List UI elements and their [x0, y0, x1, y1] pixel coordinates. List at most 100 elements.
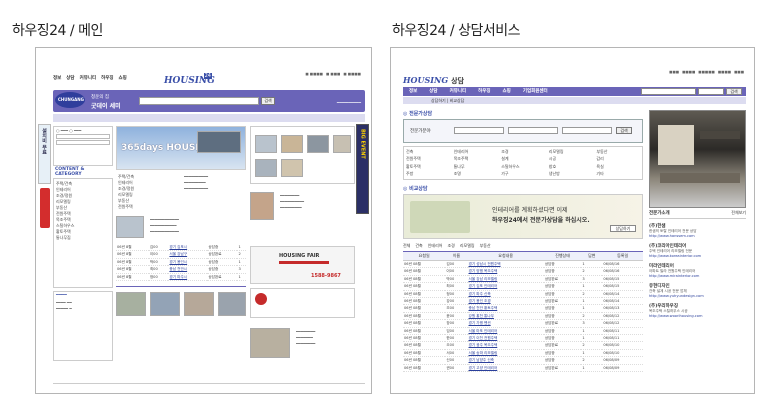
cell[interactable]: 서울 송파 리모델링 [467, 349, 544, 358]
table-row[interactable]: 06년 08월 정00 경기 파주 신축 상담중 2 06/08/14 [403, 290, 643, 299]
category-link[interactable]: 욕실 [596, 164, 640, 170]
category-item[interactable]: 인테리어 [56, 187, 110, 192]
news-line[interactable]: ━━━━━━━━━━━━ [150, 217, 244, 222]
category-link[interactable]: 기타 [596, 171, 640, 177]
table-row[interactable]: 06년 08월 권00 경기 고양 인테리어 상담완료 1 06/08/09 [403, 364, 643, 373]
cell[interactable]: 경기 파주 신축 [467, 290, 544, 299]
category-link[interactable]: 전원주택 [406, 156, 450, 162]
left-side-ad[interactable]: 설치비 무료 [38, 124, 51, 184]
category-link[interactable]: 조경 [501, 149, 545, 155]
compare-promo-banner[interactable]: 인테리어를 계획하셨다면 이제 하우징24에서 전문가상담을 하십시오. 상담하… [403, 194, 643, 239]
cell[interactable]: 경기 이천 전원주택 [467, 334, 544, 343]
extra-item[interactable]: ━━━━ ━━ [56, 300, 110, 305]
tab[interactable]: 인테리어 [428, 243, 443, 249]
expert-url[interactable]: http://www.woorihousing.com [649, 314, 746, 319]
tab[interactable]: 조경 [447, 243, 454, 249]
expert-url[interactable]: http://www.koreainterior.com [649, 254, 746, 259]
cell[interactable]: 경기 가평 펜션 [467, 319, 544, 328]
cell[interactable]: 서울 강남 리모델링 [467, 275, 544, 284]
tab[interactable]: 전체 [403, 243, 410, 249]
product-thumb[interactable] [255, 159, 277, 177]
fair-ad-box[interactable] [250, 288, 355, 318]
nav-item[interactable]: 상담 [66, 75, 74, 81]
table-row[interactable]: 06년 8월 이00 서울 강남구 상담완료 2 [116, 250, 246, 259]
mid-list-item[interactable]: 조경/정원 [118, 186, 176, 191]
category-link[interactable]: 통나무 [454, 164, 498, 170]
cell[interactable]: 경기 김포 인테리어 [467, 282, 544, 291]
gallery-thumb[interactable] [116, 292, 146, 316]
nav-item[interactable]: 기업회원센터 [523, 88, 548, 94]
category-link[interactable]: 냉난방 [549, 171, 593, 177]
expert-item[interactable]: 유현디자인 건축 설계 시공 전문 업체 http://www.yuhyundesi… [649, 283, 746, 299]
category-item[interactable]: 전원주택 [56, 211, 110, 216]
cell[interactable]: 경기 광주 목조주택 [467, 341, 544, 350]
chungang-brand[interactable]: CHUNGANG [55, 92, 85, 108]
table-row[interactable]: 06년 08월 최00 경기 김포 인테리어 상담중 1 06/08/15 [403, 282, 643, 291]
util-link[interactable]: ■■■■ [718, 70, 731, 74]
product-thumb[interactable] [281, 159, 303, 177]
cell[interactable]: 경기 용인시 [168, 258, 208, 267]
category-link[interactable]: 가구 [501, 171, 545, 177]
expert-url[interactable]: http://www.mirainterior.com [649, 274, 746, 279]
product-thumb[interactable] [333, 135, 351, 153]
cell[interactable]: 경기 남양주 신축 [467, 356, 544, 365]
mid-list-item[interactable]: 리모델링 [118, 192, 176, 197]
category-link[interactable]: 부동산 [596, 149, 640, 155]
category-item[interactable]: 부동산 [56, 205, 110, 210]
housing24-logo[interactable]: HOUSING 24 [164, 68, 215, 86]
field-select-2[interactable] [508, 127, 558, 134]
category-item[interactable]: 황토주택 [56, 229, 110, 234]
nav-item[interactable]: 하우징 [478, 88, 490, 94]
category-link[interactable]: 설계 [501, 156, 545, 162]
fair-banner[interactable]: HOUSING FAIR 1588-9867 [250, 246, 355, 284]
category-link[interactable]: 주방 [406, 171, 450, 177]
category-link[interactable]: 시공 [549, 156, 593, 162]
field-select-3[interactable] [562, 127, 612, 134]
gallery-thumb[interactable] [150, 292, 180, 316]
util-link[interactable]: ■ ■■■ [326, 72, 340, 76]
login-row[interactable]: ○ ━━━ ○ ━━━ [56, 128, 110, 133]
category-item[interactable]: 통나무집 [56, 235, 110, 240]
category-item[interactable]: 리모델링 [56, 199, 110, 204]
web-line[interactable]: ━━━━━━━ [296, 335, 353, 340]
table-row[interactable]: 06년 08월 신00 경기 남양주 신축 상담중 2 06/08/09 [403, 356, 643, 365]
gallery-thumb[interactable] [184, 292, 214, 316]
web-thumb[interactable] [250, 328, 290, 358]
cell[interactable]: 경기 파주시 [168, 273, 208, 282]
category-link[interactable]: 조명 [454, 171, 498, 177]
nav-item[interactable]: 쇼핑 [503, 88, 511, 94]
product-thumb[interactable] [281, 135, 303, 153]
tab[interactable]: 건축 [415, 243, 422, 249]
search-category-select[interactable] [698, 88, 724, 95]
right-side-ad[interactable]: BIG EVENT [356, 124, 369, 214]
mid-list-item[interactable]: 전원주택 [118, 204, 176, 209]
category-link[interactable]: 건축 [406, 149, 450, 155]
util-link[interactable]: ■■■ [669, 70, 679, 74]
field-select-1[interactable] [454, 127, 504, 134]
web-line[interactable]: ━━━━━━━━ [296, 329, 353, 334]
category-link[interactable]: 스틸하우스 [501, 164, 545, 170]
table-row[interactable]: 06년 08월 오00 경기 광주 목조주택 상담완료 2 06/08/10 [403, 341, 643, 350]
table-row[interactable]: 06년 8월 김00 경기 김포시 상담중 1 [116, 244, 246, 252]
news-line[interactable]: ━━━━━━━━━━━━ [150, 229, 244, 234]
cell[interactable]: 경기 용인 조경 [467, 297, 544, 306]
table-row[interactable]: 06년 08월 윤00 강원 홍천 통나무 상담중 2 06/08/12 [403, 312, 643, 321]
util-link[interactable]: ■■■ [734, 70, 744, 74]
expert-url[interactable]: http://www.hanssem.com [649, 234, 746, 239]
util-link[interactable]: ■ ■■■■ [343, 72, 361, 76]
category-item[interactable]: 스틸하우스 [56, 223, 110, 228]
expert-url[interactable]: http://www.yuhyundesign.com [649, 294, 746, 299]
product-thumb[interactable] [307, 135, 329, 153]
hero-banner[interactable]: 365days HOUSING FAIR [116, 126, 246, 170]
photo-more-link[interactable]: 전체보기 [731, 210, 746, 216]
table-row[interactable]: 06년 08월 박00 서울 강남 리모델링 상담완료 3 06/08/15 [403, 275, 643, 284]
cell[interactable]: 경기 고양 인테리어 [467, 364, 544, 373]
gallery-thumb[interactable] [218, 292, 246, 316]
main-search-input[interactable] [139, 97, 259, 105]
interior-photo[interactable] [649, 110, 746, 208]
table-row[interactable]: 06년 08월 한00 경기 이천 전원주택 상담중 1 06/08/11 [403, 334, 643, 343]
category-link[interactable]: 목조주택 [454, 156, 498, 162]
table-row[interactable]: 06년 08월 강00 경기 용인 조경 상담완료 1 06/08/14 [403, 297, 643, 306]
promo-button[interactable]: 상담하기 [610, 225, 636, 232]
table-row[interactable]: 06년 8월 정00 경기 파주시 상담완료 1 [116, 273, 246, 282]
